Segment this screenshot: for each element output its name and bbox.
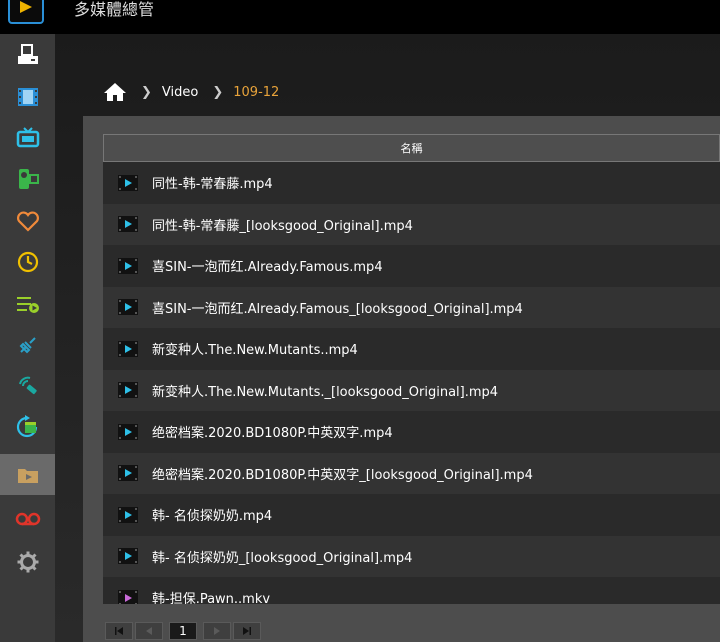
next-page-button[interactable] [203,622,231,640]
main-content: ❯ Video ❯ 109-12 名稱 同性-韩-常春藤.mp4 同性-韩-常春藤… [55,34,720,642]
chevron-right-icon: ❯ [141,84,152,100]
heart-icon [16,211,39,232]
file-name: 喜SIN-一泡而红.Already.Famous_[looksgood_Orig… [152,301,523,317]
folder-icon [17,468,38,483]
file-panel: 名稱 同性-韩-常春藤.mp4 同性-韩-常春藤_[looksgood_Origi… [83,116,720,642]
video-file-icon [118,423,138,440]
file-name: 韩- 名侦探奶奶_[looksgood_Original].mp4 [152,550,413,566]
file-row[interactable]: 新变种人.The.New.Mutants._[looksgood_Origina… [103,369,720,411]
app-logo-icon [8,0,44,24]
file-row[interactable]: 喜SIN-一泡而红.Already.Famous_[looksgood_Orig… [103,286,720,328]
column-header-name[interactable]: 名稱 [103,134,720,162]
server-icon [17,43,38,64]
file-table: 名稱 同性-韩-常春藤.mp4 同性-韩-常春藤_[looksgood_Origi… [103,134,720,604]
file-name: 同性-韩-常春藤.mp4 [152,177,273,193]
last-page-icon [243,627,251,635]
file-row[interactable]: 绝密档案.2020.BD1080P.中英双字_[looksgood_Origin… [103,452,720,494]
video-file-icon [118,465,138,482]
file-row[interactable]: 韩- 名侦探奶奶.mp4 [103,494,720,536]
page-number[interactable]: 1 [169,622,197,640]
tv-icon [16,126,39,147]
app-title: 多媒體總管 [74,0,155,19]
file-name: 喜SIN-一泡而红.Already.Famous.mp4 [152,260,383,276]
file-name: 绝密档案.2020.BD1080P.中英双字_[looksgood_Origin… [152,467,533,483]
sidebar-item-playlist[interactable] [0,283,55,324]
breadcrumb-current: 109-12 [233,84,280,100]
file-row[interactable]: 喜SIN-一泡而红.Already.Famous.mp4 [103,245,720,287]
video-file-icon [118,589,138,604]
sidebar-item-server[interactable] [0,34,55,75]
video-file-icon [118,548,138,565]
file-row[interactable]: 同性-韩-常春藤.mp4 [103,162,720,204]
sidebar-item-refresh[interactable] [0,407,55,448]
sidebar-item-connect[interactable] [0,324,55,365]
first-page-icon [115,627,123,635]
video-file-icon [118,216,138,233]
file-row[interactable]: 绝密档案.2020.BD1080P.中英双字.mp4 [103,411,720,453]
remote-icon [18,376,37,394]
chevron-right-icon: ❯ [212,84,224,100]
file-name: 绝密档案.2020.BD1080P.中英双字.mp4 [152,426,393,442]
gear-icon [17,551,38,572]
refresh-clapper-icon [16,414,37,437]
sidebar-item-tv[interactable] [0,117,55,158]
breadcrumb-video[interactable]: Video [162,85,198,100]
sidebar [0,34,55,642]
video-file-icon [118,382,138,399]
sidebar-item-favorites[interactable] [0,200,55,241]
video-file-icon [118,299,138,316]
playlist-icon [16,296,39,313]
sidebar-item-home-video[interactable] [0,158,55,199]
breadcrumb: ❯ Video ❯ 109-12 [103,80,279,104]
title-bar: 多媒體總管 [0,0,720,34]
file-row[interactable]: 韩- 名侦探奶奶_[looksgood_Original].mp4 [103,535,720,577]
sidebar-item-movies[interactable] [0,76,55,117]
film-icon [17,87,38,106]
sidebar-item-settings[interactable] [0,541,55,582]
file-list: 同性-韩-常春藤.mp4 同性-韩-常春藤_[looksgood_Original… [103,162,720,604]
prev-page-button[interactable] [135,622,163,640]
video-file-icon [118,257,138,274]
home-icon[interactable] [103,82,127,102]
plug-icon [19,336,36,353]
last-page-button[interactable] [233,622,261,640]
file-row[interactable]: 韩-担保.Pawn..mkv [103,577,720,604]
sidebar-item-remote[interactable] [0,365,55,406]
next-page-icon [214,627,220,635]
sidebar-item-recordings[interactable] [0,499,55,540]
first-page-button[interactable] [105,622,133,640]
sidebar-item-recent[interactable] [0,241,55,282]
video-file-icon [118,340,138,357]
clock-icon [17,251,38,272]
file-name: 新变种人.The.New.Mutants..mp4 [152,343,358,359]
pagination: 1 [105,622,261,642]
sidebar-item-folders[interactable] [0,454,55,495]
prev-page-icon [146,627,152,635]
file-name: 韩-担保.Pawn..mkv [152,592,271,604]
file-row[interactable]: 同性-韩-常春藤_[looksgood_Original].mp4 [103,203,720,245]
file-name: 韩- 名侦探奶奶.mp4 [152,509,273,525]
video-file-icon [118,174,138,191]
camcorder-icon [18,168,39,189]
file-row[interactable]: 新变种人.The.New.Mutants..mp4 [103,328,720,370]
tape-icon [15,512,40,525]
video-file-icon [118,506,138,523]
file-name: 同性-韩-常春藤_[looksgood_Original].mp4 [152,218,413,234]
file-name: 新变种人.The.New.Mutants._[looksgood_Origina… [152,384,499,400]
